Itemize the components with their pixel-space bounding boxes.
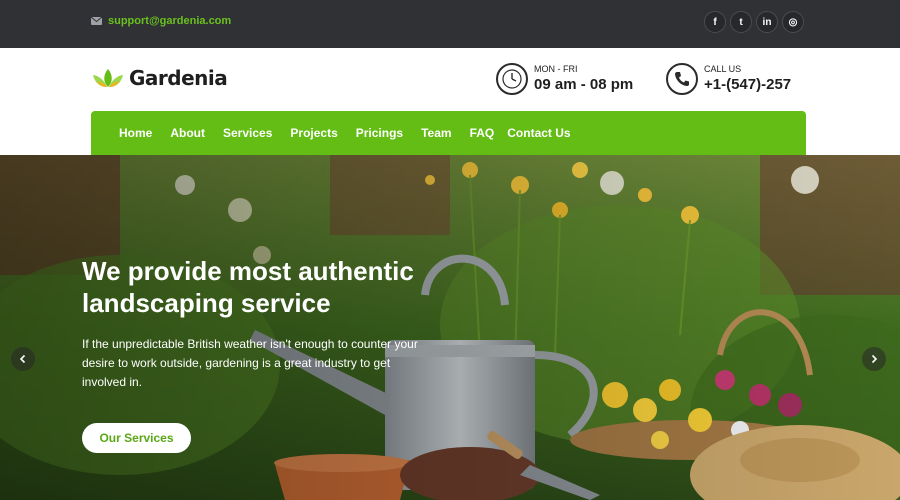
chevron-right-icon	[871, 354, 878, 364]
slider-prev-button[interactable]	[11, 347, 35, 371]
lotus-logo-icon	[93, 69, 123, 87]
phone-number: +1-(547)-257	[704, 76, 792, 93]
clock-icon	[496, 63, 528, 95]
hero-title: We provide most authentic landscaping se…	[82, 256, 414, 318]
our-services-button[interactable]: Our Services	[82, 423, 191, 453]
main-nav: Home About Services Projects Pricings Te…	[91, 111, 806, 155]
hero-description: If the unpredictable British weather isn…	[82, 337, 418, 389]
nav-item-contact-us[interactable]: Contact Us	[507, 126, 570, 140]
facebook-icon[interactable]: f	[704, 11, 726, 33]
social-links: f t in ◎	[704, 11, 804, 33]
site-header: Gardenia MON - FRI 09 am - 08 pm CALL US…	[0, 48, 900, 155]
hero-slider: We provide most authentic landscaping se…	[0, 155, 900, 500]
business-hours: MON - FRI 09 am - 08 pm	[496, 63, 633, 95]
nav-item-pricings[interactable]: Pricings	[356, 126, 403, 140]
linkedin-icon[interactable]: in	[756, 11, 778, 33]
logo[interactable]: Gardenia	[91, 66, 228, 90]
mail-icon	[91, 17, 102, 25]
brand-name: Gardenia	[129, 66, 228, 90]
phone-icon	[666, 63, 698, 95]
chevron-left-icon	[19, 354, 26, 364]
nav-item-about[interactable]: About	[170, 126, 205, 140]
nav-item-team[interactable]: Team	[421, 126, 451, 140]
slider-next-button[interactable]	[862, 347, 886, 371]
hours-label: MON - FRI	[534, 64, 578, 74]
instagram-icon[interactable]: ◎	[782, 11, 804, 33]
nav-item-services[interactable]: Services	[223, 126, 272, 140]
support-email-link[interactable]: support@gardenia.com	[91, 15, 231, 27]
hours-value: 09 am - 08 pm	[534, 76, 634, 93]
top-bar: support@gardenia.com f t in ◎	[0, 0, 900, 48]
call-label: CALL US	[704, 64, 742, 74]
call-us[interactable]: CALL US +1-(547)-257	[666, 63, 791, 95]
nav-item-faq[interactable]: FAQ	[470, 126, 495, 140]
nav-item-projects[interactable]: Projects	[290, 126, 337, 140]
nav-item-home[interactable]: Home	[119, 126, 152, 140]
twitter-icon[interactable]: t	[730, 11, 752, 33]
support-email: support@gardenia.com	[108, 15, 232, 27]
